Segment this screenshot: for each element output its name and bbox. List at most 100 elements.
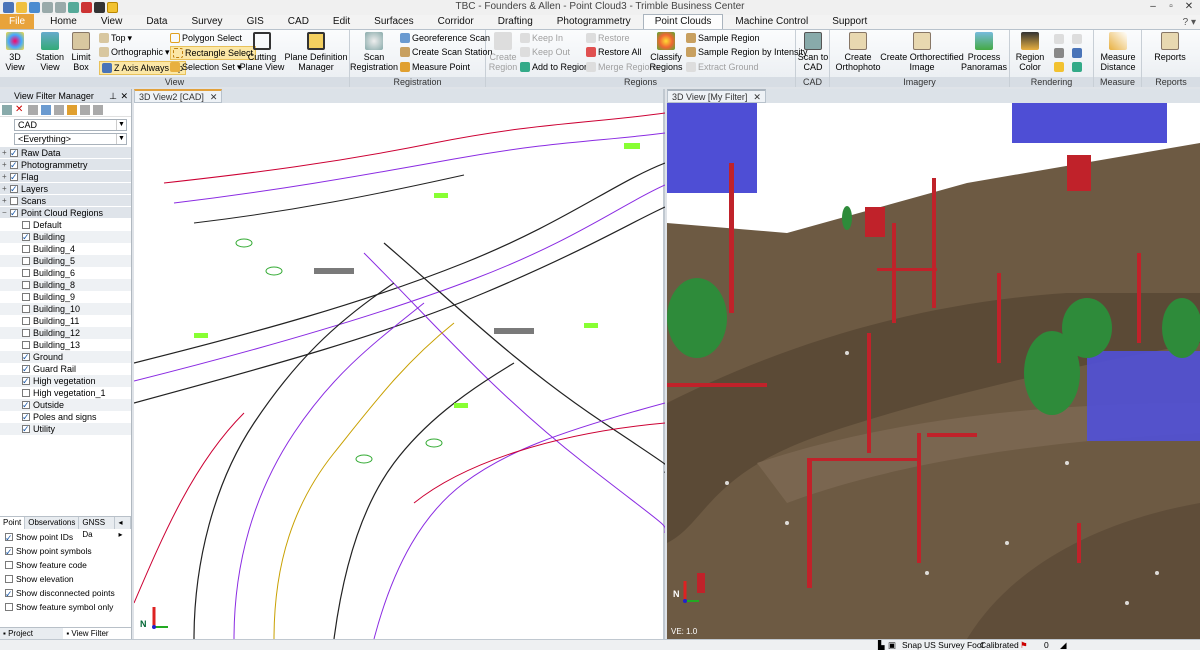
tab-gis[interactable]: GIS (235, 14, 276, 29)
highlight-filter-icon[interactable] (67, 104, 77, 115)
option-row[interactable]: Show point symbols (0, 544, 131, 559)
option-row[interactable]: Show feature symbol only (0, 600, 131, 614)
checkbox[interactable] (22, 293, 30, 301)
tree-item-raw-data[interactable]: +Raw Data (0, 147, 131, 159)
create-scan-station-button[interactable]: Create Scan Station (400, 46, 493, 58)
checkbox[interactable] (22, 411, 30, 423)
expand-icon[interactable]: + (2, 171, 10, 183)
checkbox[interactable] (22, 231, 30, 243)
tab-close-icon[interactable]: ✕ (753, 91, 761, 102)
close-icon[interactable]: ✕ (1180, 0, 1198, 14)
option-row[interactable]: Show point IDs (0, 530, 131, 545)
point-cloud-3d-view[interactable]: 3D View [My Filter] ✕ N VE: 1.0 (667, 89, 1200, 639)
checkbox[interactable] (22, 399, 30, 411)
sample-region-intensity-button[interactable]: Sample Region by Intensity (686, 46, 808, 58)
checkbox[interactable] (10, 147, 18, 159)
region-item[interactable]: Building_13 (0, 339, 131, 351)
shading-icon[interactable] (1054, 48, 1064, 58)
tab-point-clouds[interactable]: Point Clouds (642, 14, 724, 29)
checkbox[interactable] (10, 159, 18, 171)
checkbox[interactable] (22, 341, 30, 349)
pc-view-tab[interactable]: 3D View [My Filter] ✕ (667, 89, 766, 103)
checkbox[interactable] (22, 351, 30, 363)
copy-icon[interactable] (28, 104, 38, 115)
filter-select[interactable]: CAD ▼ (14, 119, 127, 131)
checkbox[interactable] (5, 575, 13, 583)
process-panoramas-button[interactable]: Process Panoramas (961, 32, 1007, 72)
add-to-region-button[interactable]: Add to Region (520, 61, 589, 73)
collapse-icon[interactable]: − (2, 207, 10, 219)
region-item[interactable]: Ground (0, 351, 131, 363)
region-item[interactable]: Guard Rail (0, 363, 131, 375)
tab-close-icon[interactable]: ✕ (210, 91, 218, 102)
status-view-icon[interactable]: ▣ (888, 640, 896, 650)
checkbox[interactable] (22, 221, 30, 229)
tab-observations[interactable]: Observations (25, 517, 80, 529)
scan-registration-button[interactable]: Scan Registration (350, 32, 398, 72)
points-icon[interactable] (1072, 34, 1082, 44)
cutting-plane-view-button[interactable]: Cutting Plane View (240, 32, 284, 72)
keep-out-button[interactable]: Keep Out (520, 46, 570, 58)
3d-view-button[interactable]: 3D View (4, 32, 26, 72)
region-item[interactable]: Outside (0, 399, 131, 411)
checkbox[interactable] (5, 587, 13, 601)
region-item[interactable]: Default (0, 219, 131, 231)
region-item[interactable]: Utility (0, 423, 131, 435)
tab-data[interactable]: Data (134, 14, 179, 29)
checkbox[interactable] (10, 183, 18, 195)
checkbox[interactable] (22, 423, 30, 435)
tab-gnss-data[interactable]: GNSS Da (79, 517, 116, 539)
merge-regions-button[interactable]: Merge Regions (586, 61, 659, 73)
tree-item-scans[interactable]: + Scans (0, 195, 131, 207)
checkbox[interactable] (22, 257, 30, 265)
plane-definition-manager-button[interactable]: Plane Definition Manager (284, 32, 348, 72)
tab-scroll-icon[interactable]: ◂ ▸ (115, 517, 131, 539)
lighting-icon[interactable] (1054, 34, 1064, 44)
region-item[interactable]: Building_6 (0, 267, 131, 279)
restore-button[interactable]: Restore (586, 32, 630, 44)
expand-icon[interactable]: + (2, 183, 10, 195)
checkbox[interactable] (5, 561, 13, 569)
everything-select[interactable]: <Everything> ▼ (14, 133, 127, 145)
region-item[interactable]: Building_10 (0, 303, 131, 315)
checkbox[interactable] (22, 305, 30, 313)
region-item[interactable]: Building_12 (0, 327, 131, 339)
tab-cad[interactable]: CAD (276, 14, 321, 29)
expand-icon[interactable]: + (2, 159, 10, 171)
highlight-icon[interactable] (1054, 62, 1064, 72)
minimize-icon[interactable]: – (1144, 0, 1162, 14)
save-filter-icon[interactable] (41, 104, 51, 115)
properties-icon[interactable] (54, 104, 64, 115)
region-color-button[interactable]: Region Color (1012, 32, 1048, 72)
tab-view-filter-manager[interactable]: ▪ View Filter Man... (63, 628, 131, 649)
tab-drafting[interactable]: Drafting (486, 14, 545, 29)
create-orthorectified-image-button[interactable]: Create Orthorectified Image (880, 32, 964, 72)
selection-set-button[interactable]: Selection Set ▾ (170, 61, 242, 73)
option-row[interactable]: Show disconnected points (0, 586, 131, 601)
option-row[interactable]: Show feature code (0, 558, 131, 572)
tree-item-photogrammetry[interactable]: +Photogrammetry (0, 159, 131, 171)
cad-3d-view[interactable]: 3D View2 [CAD] ✕ N (134, 89, 665, 639)
checkbox[interactable] (5, 531, 13, 545)
tab-survey[interactable]: Survey (179, 14, 234, 29)
calibration-status[interactable]: Calibrated (980, 640, 1019, 650)
checkbox[interactable] (10, 207, 18, 219)
help-icon[interactable]: ? ▾ (1183, 17, 1196, 28)
measure-distance-button[interactable]: Measure Distance (1096, 32, 1140, 72)
checkbox[interactable] (10, 196, 18, 205)
checkbox[interactable] (22, 329, 30, 337)
restore-all-button[interactable]: Restore All (586, 46, 642, 58)
tree-item-point-cloud-regions[interactable]: −Point Cloud Regions (0, 207, 131, 219)
panel-close-icon[interactable]: ✕ (120, 89, 128, 103)
status-tool-icon[interactable]: ▙ (878, 640, 885, 650)
limit-box-button[interactable]: Limit Box (70, 32, 92, 72)
pin-icon[interactable]: ⊥ (109, 89, 117, 103)
maximize-icon[interactable]: ▫ (1162, 0, 1180, 14)
delete-icon[interactable]: ✕ (15, 104, 25, 115)
tab-project-explorer[interactable]: ▪ Project Explorer (0, 628, 63, 649)
tree-item-flag[interactable]: +Flag (0, 171, 131, 183)
extract-ground-button[interactable]: Extract Ground (686, 61, 759, 73)
keep-in-button[interactable]: Keep In (520, 32, 563, 44)
cad-view-tab[interactable]: 3D View2 [CAD] ✕ (134, 89, 223, 103)
checkbox[interactable] (22, 363, 30, 375)
